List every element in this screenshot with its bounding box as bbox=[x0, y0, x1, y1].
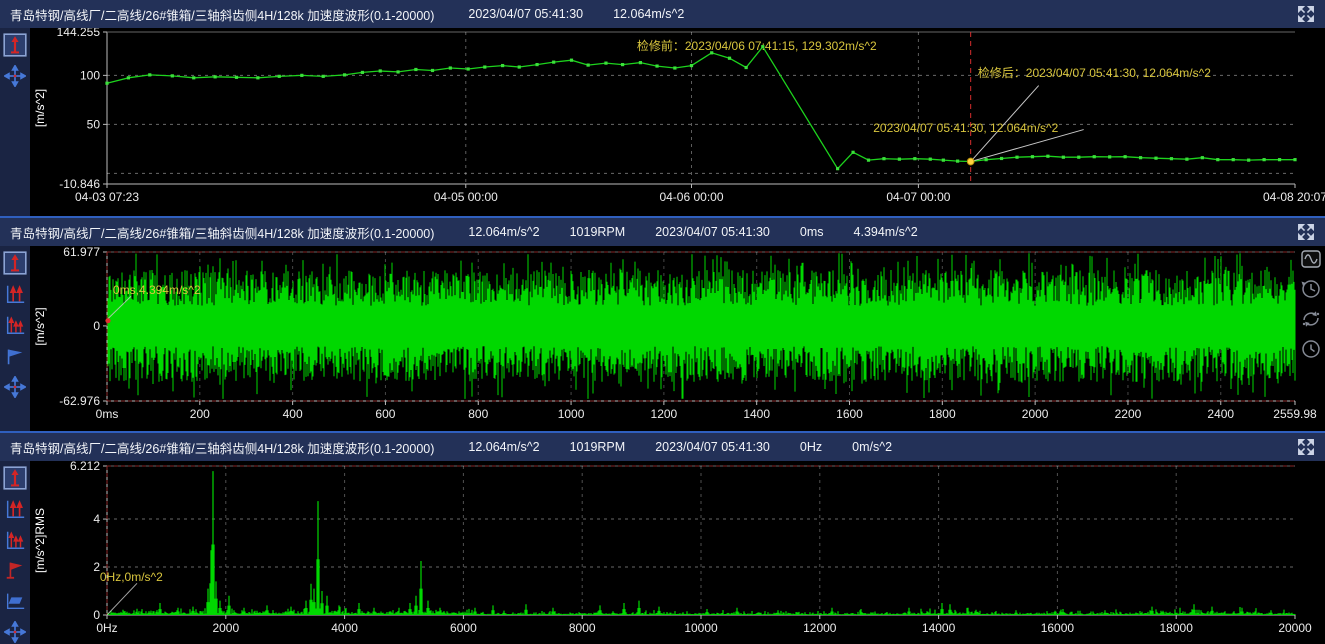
svg-text:1600: 1600 bbox=[836, 407, 863, 421]
svg-text:-10.846: -10.846 bbox=[59, 177, 100, 191]
trend-datetime: 2023/04/07 05:41:30 bbox=[468, 7, 583, 21]
spectrum-header: 青岛特钢/高线厂/二高线/26#锥箱/三轴斜齿侧4H/128k 加速度波形(0.… bbox=[0, 433, 1325, 461]
trend-value: 12.064m/s^2 bbox=[613, 7, 684, 21]
svg-text:1400: 1400 bbox=[743, 407, 770, 421]
svg-text:1000: 1000 bbox=[558, 407, 585, 421]
svg-text:144.255: 144.255 bbox=[57, 28, 101, 39]
waveform-overlay-buttons bbox=[1300, 248, 1322, 360]
svg-text:0Hz: 0Hz bbox=[96, 621, 117, 635]
cursor-tool-button[interactable] bbox=[3, 33, 27, 57]
svg-text:200: 200 bbox=[190, 407, 210, 421]
sync-rotate-icon[interactable] bbox=[1300, 308, 1322, 330]
sideband-cursor-button[interactable] bbox=[3, 313, 27, 337]
svg-text:04-08 20:07: 04-08 20:07 bbox=[1263, 190, 1325, 204]
svg-text:50: 50 bbox=[87, 117, 101, 131]
svg-text:2400: 2400 bbox=[1207, 407, 1234, 421]
spectrum-datetime: 2023/04/07 05:41:30 bbox=[655, 440, 770, 454]
expand-icon[interactable] bbox=[1297, 223, 1315, 241]
svg-text:2559.98: 2559.98 bbox=[1273, 407, 1317, 421]
svg-text:8000: 8000 bbox=[569, 621, 596, 635]
svg-text:14000: 14000 bbox=[922, 621, 956, 635]
svg-text:-62.976: -62.976 bbox=[59, 394, 100, 408]
band-tool-button[interactable] bbox=[3, 589, 27, 613]
svg-text:2200: 2200 bbox=[1115, 407, 1142, 421]
svg-text:0: 0 bbox=[93, 608, 100, 622]
spectrum-overall: 12.064m/s^2 bbox=[468, 440, 539, 454]
annotation-after-repair: 检修后：2023/04/07 05:41:30, 12.064m/s^2 bbox=[978, 64, 1211, 81]
waveform-cursor-value: 4.394m/s^2 bbox=[854, 225, 918, 239]
svg-text:2000: 2000 bbox=[212, 621, 239, 635]
spectrum-cursor-value: 0m/s^2 bbox=[852, 440, 892, 454]
trend-toolbar bbox=[0, 28, 30, 216]
waveform-cursor-x: 0ms bbox=[800, 225, 824, 239]
trend-title: 青岛特钢/高线厂/二高线/26#锥箱/三轴斜齿侧4H/128k 加速度波形(0.… bbox=[10, 5, 434, 24]
svg-text:400: 400 bbox=[283, 407, 303, 421]
clock-icon[interactable] bbox=[1300, 338, 1322, 360]
waveform-header: 青岛特钢/高线厂/二高线/26#锥箱/三轴斜齿侧4H/128k 加速度波形(0.… bbox=[0, 218, 1325, 246]
expand-icon[interactable] bbox=[1297, 5, 1315, 23]
marker-flag-button[interactable] bbox=[3, 344, 27, 368]
svg-text:04-03 07:23: 04-03 07:23 bbox=[75, 190, 139, 204]
pan-tool-button[interactable] bbox=[3, 64, 27, 88]
spectrum-panel: 青岛特钢/高线厂/二高线/26#锥箱/三轴斜齿侧4H/128k 加速度波形(0.… bbox=[0, 433, 1325, 644]
svg-text:1200: 1200 bbox=[651, 407, 678, 421]
expand-icon[interactable] bbox=[1297, 438, 1315, 456]
svg-text:[m/s^2]RMS: [m/s^2]RMS bbox=[33, 508, 47, 573]
svg-text:4000: 4000 bbox=[331, 621, 358, 635]
annotation-waveform-cursor: 0ms,4.394m/s^2 bbox=[113, 283, 201, 297]
svg-text:61.977: 61.977 bbox=[63, 246, 100, 259]
svg-text:04-05 00:00: 04-05 00:00 bbox=[434, 190, 498, 204]
spectrum-cursor-x: 0Hz bbox=[800, 440, 822, 454]
svg-text:4: 4 bbox=[93, 512, 100, 526]
waveform-rpm: 1019RPM bbox=[570, 225, 626, 239]
annotation-before-repair: 检修前：2023/04/06 07:41:15, 129.302m/s^2 bbox=[637, 37, 877, 54]
cursor-tool-button[interactable] bbox=[3, 466, 27, 490]
trend-plot: 144.255 100 50 -10.846 [m/s^2] 04-03 07:23 04-… bbox=[30, 28, 1325, 216]
svg-text:10000: 10000 bbox=[684, 621, 718, 635]
waveform-overall: 12.064m/s^2 bbox=[468, 225, 539, 239]
cursor-tool-button[interactable] bbox=[3, 251, 27, 275]
svg-text:16000: 16000 bbox=[1041, 621, 1075, 635]
svg-text:0ms: 0ms bbox=[96, 407, 119, 421]
waveform-thumbnail-icon[interactable] bbox=[1300, 248, 1322, 270]
sideband-cursor-button[interactable] bbox=[3, 528, 27, 552]
svg-text:[m/s^2]: [m/s^2] bbox=[33, 307, 47, 345]
svg-text:800: 800 bbox=[468, 407, 488, 421]
svg-text:18000: 18000 bbox=[1160, 621, 1194, 635]
annotation-spectrum-cursor: 0Hz,0m/s^2 bbox=[100, 570, 163, 584]
spectrum-chart-area[interactable]: 6.212420[m/s^2]RMS0Hz2000400060008000100… bbox=[30, 461, 1325, 644]
svg-text:0: 0 bbox=[93, 319, 100, 333]
svg-text:20000: 20000 bbox=[1278, 621, 1312, 635]
pan-tool-button[interactable] bbox=[3, 375, 27, 399]
svg-text:[m/s^2]: [m/s^2] bbox=[33, 89, 47, 127]
spectrum-toolbar bbox=[0, 461, 30, 644]
waveform-panel: 青岛特钢/高线厂/二高线/26#锥箱/三轴斜齿侧4H/128k 加速度波形(0.… bbox=[0, 218, 1325, 433]
svg-text:600: 600 bbox=[375, 407, 395, 421]
trend-header: 青岛特钢/高线厂/二高线/26#锥箱/三轴斜齿侧4H/128k 加速度波形(0.… bbox=[0, 0, 1325, 28]
history-clock-icon[interactable] bbox=[1300, 278, 1322, 300]
svg-text:2000: 2000 bbox=[1022, 407, 1049, 421]
harmonic-cursor-button[interactable] bbox=[3, 497, 27, 521]
trend-panel: 青岛特钢/高线厂/二高线/26#锥箱/三轴斜齿侧4H/128k 加速度波形(0.… bbox=[0, 0, 1325, 218]
svg-text:1800: 1800 bbox=[929, 407, 956, 421]
waveform-datetime: 2023/04/07 05:41:30 bbox=[655, 225, 770, 239]
waveform-chart-area[interactable]: 61.977 0 -62.976 [m/s^2] 0ms 200 400 600 800 1000… bbox=[30, 246, 1325, 431]
svg-text:6.212: 6.212 bbox=[70, 461, 100, 473]
spectrum-plot: 6.212420[m/s^2]RMS0Hz2000400060008000100… bbox=[30, 461, 1325, 644]
flag-marker-button[interactable] bbox=[3, 559, 27, 583]
svg-text:12000: 12000 bbox=[803, 621, 837, 635]
waveform-title: 青岛特钢/高线厂/二高线/26#锥箱/三轴斜齿侧4H/128k 加速度波形(0.… bbox=[10, 223, 434, 242]
svg-text:100: 100 bbox=[80, 68, 100, 82]
pan-tool-button[interactable] bbox=[3, 620, 27, 644]
annotation-cursor-value: 2023/04/07 05:41:30, 12.064m/s^2 bbox=[873, 121, 1058, 135]
spectrum-rpm: 1019RPM bbox=[570, 440, 626, 454]
waveform-toolbar bbox=[0, 246, 30, 431]
spectrum-title: 青岛特钢/高线厂/二高线/26#锥箱/三轴斜齿侧4H/128k 加速度波形(0.… bbox=[10, 438, 434, 457]
svg-text:04-07 00:00: 04-07 00:00 bbox=[886, 190, 950, 204]
svg-text:04-06 00:00: 04-06 00:00 bbox=[659, 190, 723, 204]
trend-chart-area[interactable]: 144.255 100 50 -10.846 [m/s^2] 04-03 07:23 04-… bbox=[30, 28, 1325, 216]
waveform-plot: 61.977 0 -62.976 [m/s^2] 0ms 200 400 600 800 1000… bbox=[30, 246, 1325, 431]
svg-text:6000: 6000 bbox=[450, 621, 477, 635]
harmonic-cursor-button[interactable] bbox=[3, 282, 27, 306]
